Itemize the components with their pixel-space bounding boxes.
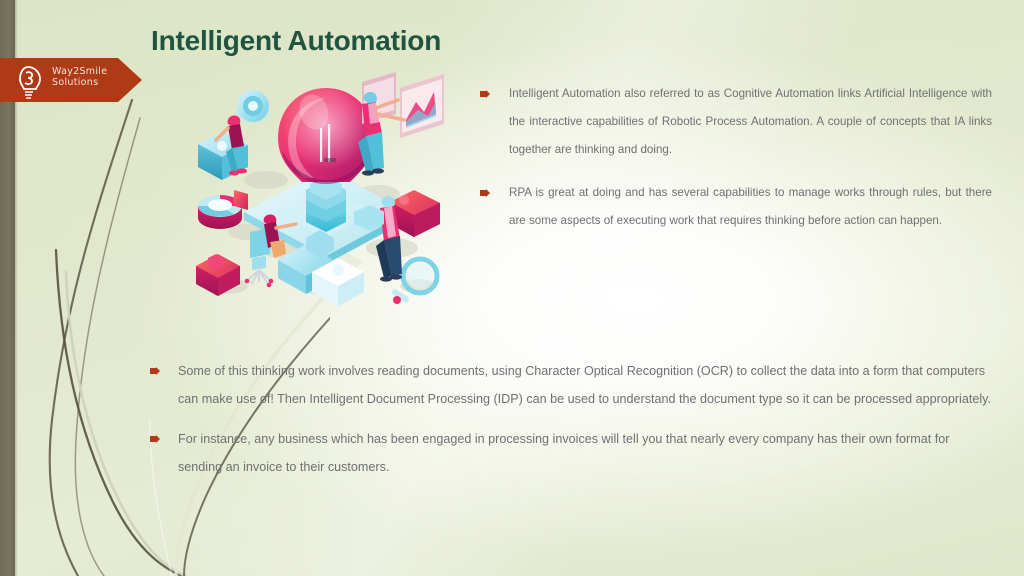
bullet-text: RPA is great at doing and has several ca… [509,186,992,227]
logo-name-line2: Solutions [52,77,99,89]
intelligent-automation-illustration [178,72,454,320]
lightbulb-base [306,176,346,232]
arrow-bullet-icon [480,189,490,197]
arrow-bullet-icon [480,90,490,98]
cyan-dome [236,90,270,123]
pie-chart-3d [198,190,248,229]
bullet-text: For instance, any business which has bee… [178,432,950,474]
logo-wordmark: Way2Smile Solutions [52,66,132,88]
page-title: Intelligent Automation [151,25,442,56]
bullet-text: Intelligent Automation also referred to … [509,87,992,156]
bottom-bullet-column: Some of this thinking work involves read… [148,357,993,493]
slide-canvas: Way2Smile Solutions Intelligent Automati… [0,0,1024,576]
arrow-bullet-icon [150,435,160,443]
glowing-lightbulb [278,86,374,184]
right-bullet-column: Intelligent Automation also referred to … [477,80,992,235]
arrow-bullet-icon [150,367,160,375]
bullet-item: Intelligent Automation also referred to … [477,80,992,164]
bullet-item: Some of this thinking work involves read… [148,357,993,413]
bullet-text: Some of this thinking work involves read… [178,364,991,406]
bullet-item: For instance, any business which has bee… [148,425,993,481]
logo-name-line1: Way2Smile [52,66,108,77]
bullet-item: RPA is great at doing and has several ca… [477,179,992,235]
